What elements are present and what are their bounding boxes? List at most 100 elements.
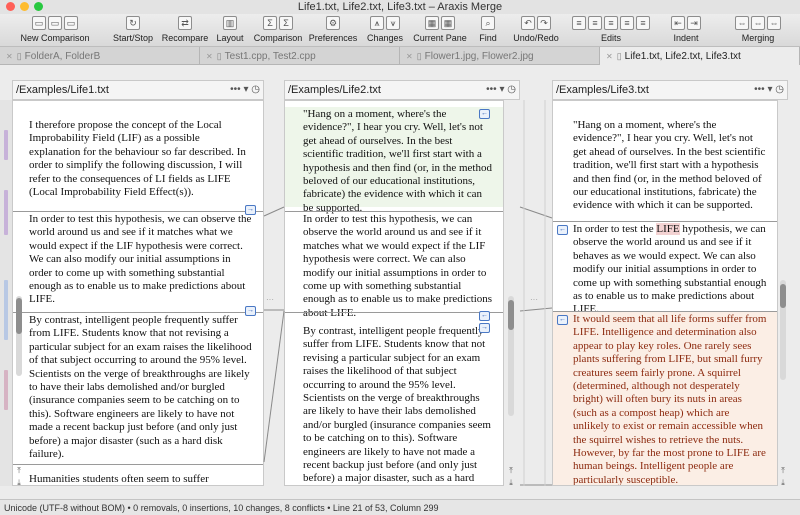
scroll-up-icon[interactable]: ⤒	[778, 466, 788, 475]
merge-right-button[interactable]: →	[245, 205, 256, 215]
toolbar-icon-group: ⩚ ⩛	[360, 14, 410, 33]
sigma-icon[interactable]: Σ	[279, 16, 293, 30]
recompare-icon[interactable]: ⇄	[178, 16, 192, 30]
merge-right-button[interactable]: →	[245, 306, 256, 316]
close-tab-icon[interactable]: ✕	[406, 52, 413, 61]
toolbar-merging-button[interactable]: ⇔ ⇔ ⇔ Merging	[716, 14, 800, 47]
edit-icon[interactable]: ≡	[636, 16, 650, 30]
scroll-up-icon[interactable]: ⤒	[14, 466, 24, 475]
minimize-window-button[interactable]	[20, 2, 29, 11]
close-tab-icon[interactable]: ✕	[606, 52, 613, 61]
pane-2-path[interactable]: /Examples/Life2.txt	[288, 84, 381, 96]
tab-3[interactable]: ✕ ▯ Flower1.jpg, Flower2.jpg	[400, 47, 600, 65]
scroll-up-icon[interactable]: ⤒	[506, 466, 516, 475]
merge-left-button[interactable]: ←	[479, 311, 490, 321]
close-tab-icon[interactable]: ✕	[206, 52, 213, 61]
toolbar-edits-button[interactable]: ≡ ≡ ≡ ≡ ≡ Edits	[566, 14, 656, 47]
sigma-icon[interactable]: Σ	[263, 16, 277, 30]
undo-icon[interactable]: ↶	[521, 16, 535, 30]
up-arrow-icon[interactable]: ⩚	[370, 16, 384, 30]
change-overview-gutter[interactable]	[0, 100, 12, 486]
gear-icon[interactable]: ⚙	[326, 16, 340, 30]
pane-1[interactable]: I therefore propose the concept of the L…	[12, 100, 264, 486]
tab-2[interactable]: ✕ ▯ Test1.cpp, Test2.cpp	[200, 47, 400, 65]
pane-1-text-block: In order to test this hypothesis, we can…	[13, 211, 263, 311]
scrollbar-thumb[interactable]	[16, 298, 22, 334]
pane-2-scrollbar[interactable]	[508, 296, 514, 416]
pane-1-scrollbar[interactable]	[16, 296, 22, 376]
toolbar-indent-button[interactable]: ⇤ ⇥ Indent	[656, 14, 716, 47]
pane-3-path[interactable]: /Examples/Life3.txt	[556, 84, 649, 96]
pane-3[interactable]: "Hang on a moment, where's the evidence?…	[552, 100, 778, 486]
pane-icon[interactable]: ▦	[441, 16, 455, 30]
more-icon[interactable]: •••	[230, 84, 241, 95]
overview-change-marker[interactable]	[4, 280, 8, 340]
overview-change-marker[interactable]	[4, 370, 8, 410]
page-icon[interactable]: ▭	[32, 16, 46, 30]
pane-2-header: /Examples/Life2.txt ••• ▾ ◷	[284, 80, 520, 100]
outdent-icon[interactable]: ⇤	[671, 16, 685, 30]
toolbar-new-comparison-button[interactable]: ▭ ▭ ▭ New Comparison	[6, 14, 104, 47]
scroll-down-icon[interactable]: ⤓	[14, 478, 24, 487]
pane-3-text-block: "Hang on a moment, where's the evidence?…	[573, 119, 766, 212]
merge-left-button[interactable]: ←	[479, 109, 490, 119]
down-arrow-icon[interactable]: ⩛	[386, 16, 400, 30]
layout-icon[interactable]: ▥	[223, 16, 237, 30]
chevron-down-icon[interactable]: ▾	[243, 84, 248, 95]
merge-left-button[interactable]: ←	[557, 225, 568, 235]
scroll-down-icon[interactable]: ⤓	[506, 478, 516, 487]
scroll-down-icon[interactable]: ⤓	[778, 478, 788, 487]
overview-change-marker[interactable]	[4, 130, 8, 160]
page-icon[interactable]: ▭	[64, 16, 78, 30]
toolbar-current-pane-button[interactable]: ▦ ▦ Current Pane	[410, 14, 470, 47]
toolbar-comparison-button[interactable]: Σ Σ Comparison	[250, 14, 306, 47]
pane-2[interactable]: "Hang on a moment, where's the evidence?…	[284, 100, 504, 486]
toolbar-label: Layout	[216, 33, 244, 43]
history-icon[interactable]: ◷	[775, 84, 784, 95]
toolbar-changes-button[interactable]: ⩚ ⩛ Changes	[360, 14, 410, 47]
merge-icon[interactable]: ⇔	[767, 16, 781, 30]
search-icon[interactable]: ⌕	[481, 16, 495, 30]
toolbar-preferences-button[interactable]: ⚙ Preferences	[306, 14, 360, 47]
toolbar-start-stop-button[interactable]: ↻ Start/Stop	[106, 14, 160, 47]
toolbar-find-button[interactable]: ⌕ Find	[470, 14, 506, 47]
toolbar-undo-redo-button[interactable]: ↶ ↷ Undo/Redo	[506, 14, 566, 47]
chevron-down-icon[interactable]: ▾	[767, 84, 772, 95]
more-icon[interactable]: •••	[486, 84, 497, 95]
toolbar-icon-group: ▥	[210, 14, 250, 33]
pane-icon[interactable]: ▦	[425, 16, 439, 30]
toolbar-recompare-button[interactable]: ⇄ Recompare	[160, 14, 210, 47]
refresh-icon[interactable]: ↻	[126, 16, 140, 30]
merge-right-button[interactable]: →	[479, 323, 490, 333]
chevron-down-icon[interactable]: ▾	[499, 84, 504, 95]
toolbar-layout-button[interactable]: ▥ Layout	[210, 14, 250, 47]
edit-icon[interactable]: ≡	[620, 16, 634, 30]
tab-4[interactable]: ✕ ▯ Life1.txt, Life2.txt, Life3.txt	[600, 47, 800, 65]
history-icon[interactable]: ◷	[507, 84, 516, 95]
pane-3-scrollbar[interactable]	[780, 280, 786, 380]
zoom-window-button[interactable]	[34, 2, 43, 11]
page-icon[interactable]: ▭	[48, 16, 62, 30]
close-tab-icon[interactable]: ✕	[6, 52, 13, 61]
overview-change-marker[interactable]	[4, 190, 8, 235]
scrollbar-thumb[interactable]	[508, 300, 514, 330]
merge-icon[interactable]: ⇔	[751, 16, 765, 30]
scrollbar-thumb[interactable]	[780, 284, 786, 308]
close-window-button[interactable]	[6, 2, 15, 11]
merge-left-button[interactable]: ←	[557, 315, 568, 325]
pane-1-path[interactable]: /Examples/Life1.txt	[16, 84, 109, 96]
pane-2-text-block: "Hang on a moment, where's the evidence?…	[285, 107, 503, 214]
edit-icon[interactable]: ≡	[572, 16, 586, 30]
merge-icon[interactable]: ⇔	[735, 16, 749, 30]
pane-3-text-segment: In order to test the	[573, 223, 654, 235]
toolbar-label: Indent	[673, 33, 699, 43]
redo-icon[interactable]: ↷	[537, 16, 551, 30]
history-icon[interactable]: ◷	[251, 84, 260, 95]
tab-label: Life1.txt, Life2.txt, Life3.txt	[624, 51, 741, 62]
indent-icon[interactable]: ⇥	[687, 16, 701, 30]
edit-icon[interactable]: ≡	[604, 16, 618, 30]
edit-icon[interactable]: ≡	[588, 16, 602, 30]
tab-1[interactable]: ✕ ▯ FolderA, FolderB	[0, 47, 200, 65]
more-icon[interactable]: •••	[754, 84, 765, 95]
pane-1-header: /Examples/Life1.txt ••• ▾ ◷	[12, 80, 264, 100]
